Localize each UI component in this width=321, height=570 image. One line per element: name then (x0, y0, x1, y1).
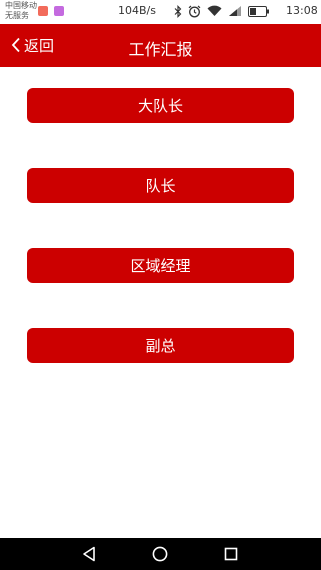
regional-manager-button[interactable]: 区域经理 (27, 248, 294, 283)
clock-time: 13:08 (286, 4, 318, 17)
team-leader-button[interactable]: 队长 (27, 168, 294, 203)
notification-app-icon (38, 6, 48, 16)
wifi-icon (207, 5, 222, 17)
system-navigation-bar (0, 538, 321, 570)
carrier-info: 中国移动 无服务 (5, 1, 37, 21)
status-icons (174, 3, 270, 19)
home-circle-icon (152, 546, 168, 562)
notification-app-icon (54, 6, 64, 16)
alarm-icon (188, 5, 201, 17)
app-header: 返回 工作汇报 (0, 24, 321, 67)
nav-recents-button[interactable] (211, 538, 251, 570)
status-bar: 中国移动 无服务 104B/s 13:08 (0, 0, 321, 24)
battery-icon (248, 5, 269, 17)
carrier-service-status: 无服务 (5, 11, 29, 20)
vice-president-button[interactable]: 副总 (27, 328, 294, 363)
carrier-name: 中国移动 (5, 1, 37, 10)
nav-back-button[interactable] (69, 538, 109, 570)
nav-home-button[interactable] (140, 538, 180, 570)
back-triangle-icon (83, 546, 95, 562)
team-leader-senior-button[interactable]: 大队长 (27, 88, 294, 123)
signal-icon (229, 6, 241, 16)
bluetooth-icon (174, 4, 182, 18)
recents-square-icon (224, 547, 238, 561)
network-speed: 104B/s (118, 4, 156, 17)
page-title: 工作汇报 (128, 40, 193, 59)
